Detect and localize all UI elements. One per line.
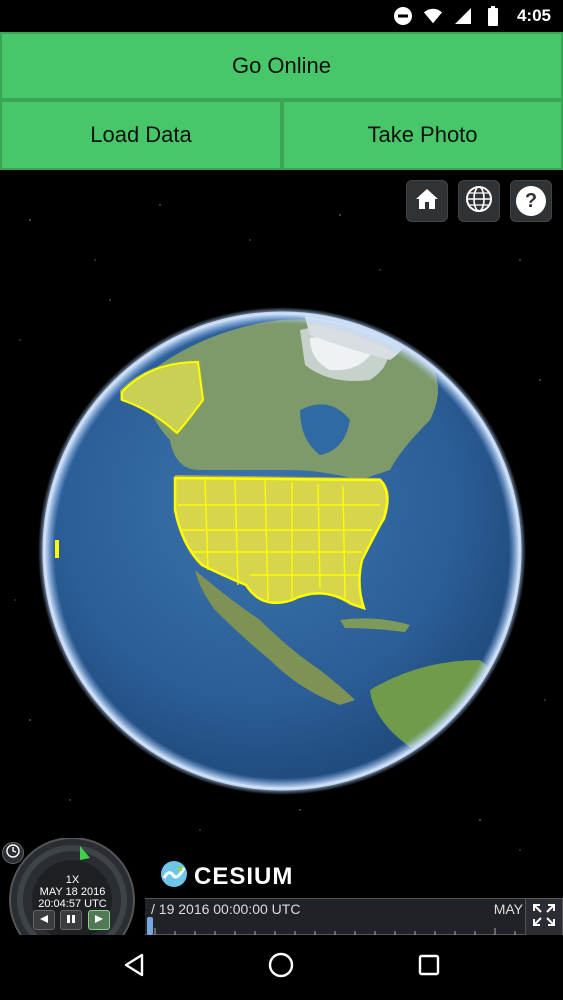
timeline-needle[interactable] xyxy=(147,917,153,935)
timeline-end-label: MAY xyxy=(493,901,523,917)
fullscreen-icon xyxy=(531,902,557,933)
back-button[interactable] xyxy=(114,948,154,988)
animation-time: 20:04:57 UTC xyxy=(38,898,107,910)
play-forward-button[interactable] xyxy=(88,910,110,930)
status-bar: 4:05 xyxy=(0,0,563,32)
wifi-icon xyxy=(423,6,443,26)
home-circle-icon xyxy=(267,951,295,984)
go-online-button[interactable]: Go Online xyxy=(0,32,563,100)
load-data-button[interactable]: Load Data xyxy=(0,100,282,170)
recents-button[interactable] xyxy=(409,948,449,988)
play-icon xyxy=(94,911,104,929)
status-clock: 4:05 xyxy=(516,6,551,25)
home-nav-button[interactable] xyxy=(261,948,301,988)
do-not-disturb-icon xyxy=(393,6,413,26)
help-button[interactable]: ? xyxy=(510,180,552,222)
cesium-logo-icon xyxy=(160,860,188,893)
animation-speed: 1X xyxy=(65,874,80,886)
fullscreen-button[interactable] xyxy=(525,898,563,936)
take-photo-button[interactable]: Take Photo xyxy=(282,100,563,170)
home-view-button[interactable] xyxy=(406,180,448,222)
help-glyph: ? xyxy=(524,189,538,212)
home-icon xyxy=(414,186,440,217)
pause-icon xyxy=(66,911,76,929)
pause-button[interactable] xyxy=(60,910,82,930)
cesium-logo[interactable]: CESIUM xyxy=(160,860,293,893)
signal-icon xyxy=(453,6,473,26)
globe-scene xyxy=(14,204,546,851)
scene-mode-button[interactable] xyxy=(458,180,500,222)
globe-viewport[interactable] xyxy=(0,170,563,935)
realtime-clock-button[interactable] xyxy=(2,842,24,864)
help-icon: ? xyxy=(516,186,546,216)
play-reverse-icon xyxy=(39,911,49,929)
navigation-bar xyxy=(0,935,563,1000)
animation-date: MAY 18 2016 xyxy=(39,886,106,898)
battery-icon xyxy=(483,6,503,26)
recents-icon xyxy=(417,953,441,982)
timeline-ticks xyxy=(145,928,525,936)
play-reverse-button[interactable] xyxy=(33,910,55,930)
globe-icon xyxy=(465,185,493,218)
back-icon xyxy=(121,952,147,983)
clock-icon xyxy=(6,843,20,863)
cesium-logo-text: CESIUM xyxy=(194,862,294,890)
timeline-start-label: / 19 2016 00:00:00 UTC xyxy=(151,901,301,917)
timeline[interactable]: / 19 2016 00:00:00 UTC MAY xyxy=(145,898,525,936)
atmosphere-glow xyxy=(38,307,526,795)
